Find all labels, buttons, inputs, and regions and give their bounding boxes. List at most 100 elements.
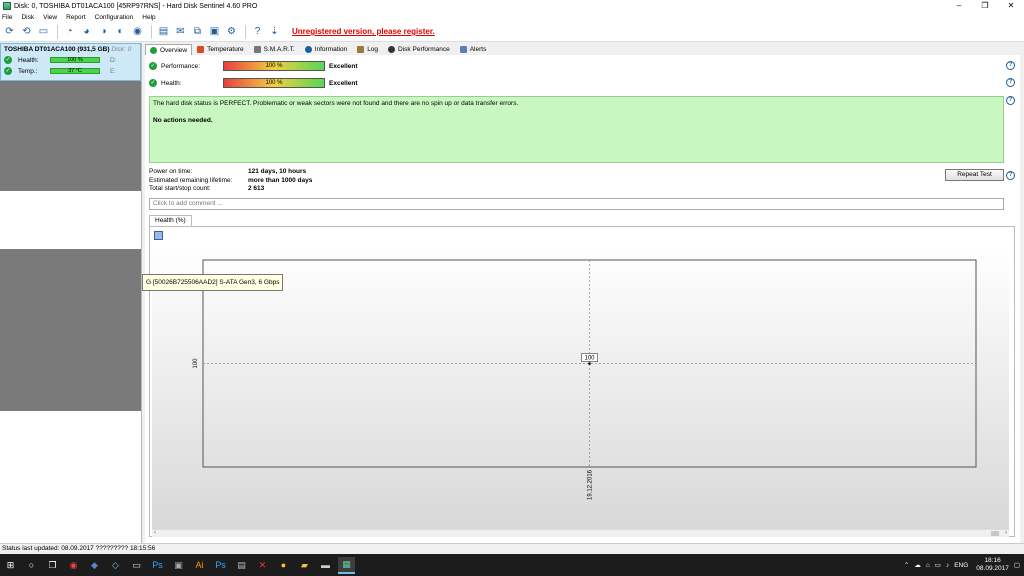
- tab-temperature[interactable]: Temperature: [192, 44, 249, 55]
- report-icon[interactable]: ▤: [156, 24, 171, 39]
- volume-icon[interactable]: ♪: [946, 562, 949, 569]
- photoshop-icon[interactable]: Ps: [212, 557, 229, 574]
- disk-size: (931,5 GB): [77, 46, 110, 53]
- drive-letter-e[interactable]: E:: [110, 68, 116, 75]
- menu-report[interactable]: Report: [66, 14, 86, 21]
- language-indicator[interactable]: ENG: [954, 562, 968, 569]
- tab-log[interactable]: Log: [352, 44, 383, 55]
- file-explorer-icon[interactable]: ▰: [296, 557, 313, 574]
- menu-file[interactable]: File: [2, 14, 12, 21]
- hard-disk-sentinel-taskbar-icon[interactable]: ▦: [338, 556, 355, 574]
- status-bar: Status last updated: 08.09.2017 ????????…: [0, 543, 1024, 554]
- performance-help-icon[interactable]: ?: [1006, 61, 1015, 70]
- drive-letter-d[interactable]: D:: [110, 57, 117, 64]
- tab-information[interactable]: Information: [300, 44, 353, 55]
- clock[interactable]: 18:16 08.09.2017: [976, 557, 1009, 573]
- tab-overview[interactable]: Overview: [145, 44, 193, 55]
- window-controls: – ❐ ✕: [946, 0, 1024, 12]
- thermometer-icon: [197, 46, 205, 53]
- app-icon[interactable]: ▬: [317, 557, 334, 574]
- disk-refresh-icon[interactable]: ⟲: [19, 24, 34, 39]
- repeat-test-button[interactable]: Repeat Test: [945, 169, 1004, 181]
- health-bar: 100 %: [223, 78, 325, 88]
- comment-field[interactable]: Click to add comment ...: [149, 198, 1004, 210]
- tab-label: Overview: [160, 46, 188, 54]
- maximize-button[interactable]: ❐: [972, 0, 998, 12]
- update-icon[interactable]: ⇣: [267, 24, 282, 39]
- windows-start-icon[interactable]: ⊞: [2, 557, 19, 574]
- network-icon[interactable]: ⧉: [190, 24, 205, 39]
- register-link[interactable]: Unregistered version, please register.: [292, 27, 435, 36]
- app-icon[interactable]: ◉: [65, 557, 82, 574]
- menu-help[interactable]: Help: [142, 14, 155, 21]
- chevron-up-icon[interactable]: ⌃: [904, 561, 909, 569]
- startstop-label: Total start/stop count:: [149, 185, 211, 192]
- scroll-right-icon[interactable]: ›: [1005, 530, 1007, 536]
- close-button[interactable]: ✕: [998, 0, 1024, 12]
- title-bar: Disk: 0, TOSHIBA DT01ACA100 [45RP97RNS] …: [0, 0, 1024, 12]
- check-icon: ✓: [4, 56, 12, 64]
- chart-horizontal-scrollbar[interactable]: ‹ ›: [152, 529, 1009, 537]
- scroll-thumb[interactable]: [991, 531, 999, 536]
- tab-smart[interactable]: S.M.A.R.T.: [249, 44, 300, 55]
- menu-view[interactable]: View: [43, 14, 57, 21]
- photoshop-icon[interactable]: Ps: [149, 557, 166, 574]
- y-tick-label: 100: [193, 358, 199, 369]
- disk-test-icon[interactable]: ◔: [62, 24, 77, 39]
- app-icon[interactable]: ▤: [233, 557, 250, 574]
- health-help-icon[interactable]: ?: [1006, 78, 1015, 87]
- scroll-left-icon[interactable]: ‹: [154, 530, 156, 536]
- check-icon: ✓: [4, 67, 12, 75]
- status-help-icon[interactable]: ?: [1006, 96, 1015, 105]
- tab-alerts[interactable]: Alerts: [455, 44, 492, 55]
- app-icon[interactable]: ◆: [86, 557, 103, 574]
- performance-bar: 100 %: [223, 61, 325, 71]
- surface-test-icon[interactable]: ◕: [79, 24, 94, 39]
- disk-temp-bar: 37 °C: [50, 68, 100, 74]
- task-view-icon[interactable]: ❐: [44, 557, 61, 574]
- check-icon: ✓: [149, 62, 157, 70]
- network-icon[interactable]: ⌂: [926, 562, 930, 569]
- gear-icon[interactable]: ⚙: [224, 24, 239, 39]
- illustrator-icon[interactable]: Ai: [191, 557, 208, 574]
- battery-icon[interactable]: ▭: [935, 561, 941, 569]
- app-icon[interactable]: ▭: [128, 557, 145, 574]
- data-label: 100: [584, 356, 595, 362]
- tab-label: Disk Performance: [398, 46, 450, 53]
- disk-tools-icon[interactable]: ◐: [113, 24, 128, 39]
- window-title: Disk: 0, TOSHIBA DT01ACA100 [45RP97RNS] …: [14, 2, 258, 10]
- menu-disk[interactable]: Disk: [21, 14, 34, 21]
- chip-icon[interactable]: ▣: [207, 24, 222, 39]
- disk-settings-icon[interactable]: ◑: [96, 24, 111, 39]
- lifetime-value: more than 1000 days: [248, 176, 313, 184]
- empty-panel-area: [0, 81, 141, 191]
- app-icon[interactable]: ▣: [170, 557, 187, 574]
- clock-date: 08.09.2017: [976, 565, 1009, 572]
- menu-configuration[interactable]: Configuration: [95, 14, 134, 21]
- repeat-test-help-icon[interactable]: ?: [1006, 171, 1015, 180]
- performance-rating: Excellent: [329, 62, 358, 70]
- save-icon[interactable]: [154, 231, 163, 240]
- tab-health-percent[interactable]: Health (%): [149, 215, 192, 226]
- app-icon[interactable]: ◇: [107, 557, 124, 574]
- cloud-icon[interactable]: ☁: [914, 561, 921, 569]
- tab-disk-performance[interactable]: Disk Performance: [383, 44, 455, 55]
- notifications-icon[interactable]: ▢: [1014, 561, 1020, 569]
- disk-image-icon[interactable]: ▭: [36, 24, 51, 39]
- toolbar-separator: [57, 24, 58, 39]
- health-chart-panel: 100 100 19.12.2016 ‹ ›: [149, 226, 1015, 537]
- health-row: ✓ Health: 100 % Excellent: [149, 78, 358, 88]
- disk-health-label: Health:: [18, 56, 39, 64]
- chrome-icon[interactable]: ●: [275, 557, 292, 574]
- tab-label: Alerts: [469, 46, 487, 53]
- app-icon[interactable]: ✕: [254, 557, 271, 574]
- minimize-button[interactable]: –: [946, 0, 972, 12]
- globe-icon[interactable]: ◉: [130, 24, 145, 39]
- send-report-icon[interactable]: ✉: [173, 24, 188, 39]
- disk-temp-label: Temp.:: [18, 67, 38, 75]
- tab-label: Information: [314, 46, 348, 53]
- help-icon[interactable]: ?: [250, 24, 265, 39]
- disk-entry[interactable]: TOSHIBA DT01ACA100 (931,5 GB) Disk: 0 ✓ …: [0, 43, 141, 81]
- search-icon[interactable]: ○: [23, 557, 40, 574]
- refresh-icon[interactable]: ⟳: [2, 24, 17, 39]
